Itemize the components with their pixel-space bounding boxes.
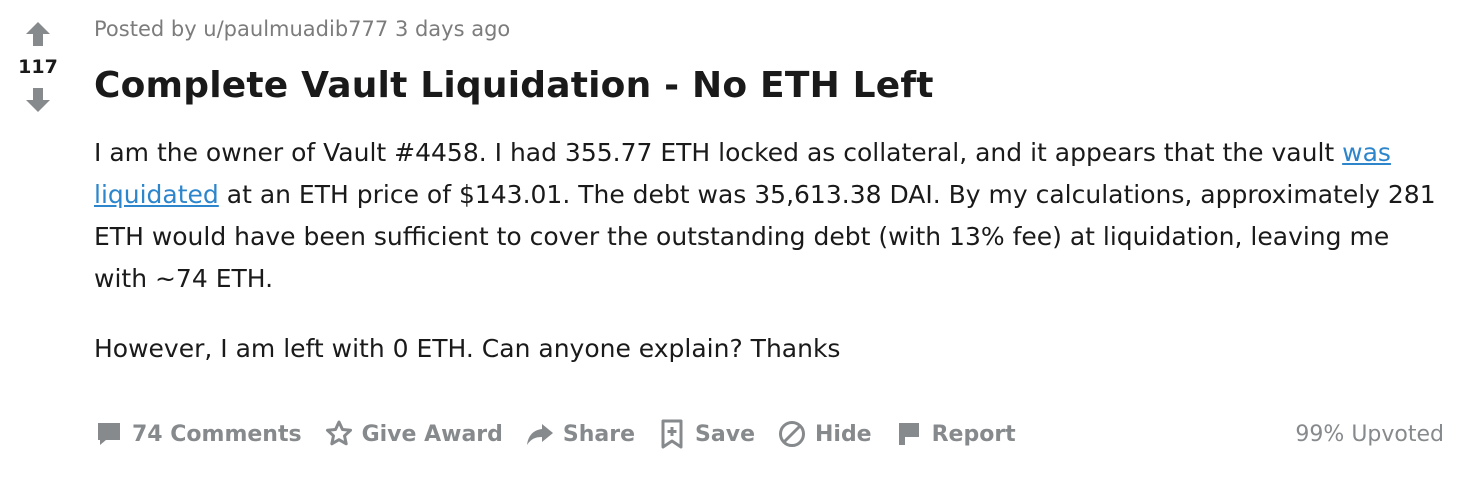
- report-button[interactable]: Report: [894, 419, 1016, 449]
- hide-button[interactable]: Hide: [777, 419, 872, 449]
- post-body: I am the owner of Vault #4458. I had 355…: [94, 132, 1450, 370]
- upvote-button[interactable]: [22, 18, 54, 50]
- post-card: 117 Posted by u/paulmuadib777 3 days ago…: [0, 0, 1476, 482]
- post-content: Posted by u/paulmuadib777 3 days ago Com…: [94, 14, 1450, 398]
- hide-circle-slash-icon: [777, 419, 807, 449]
- comments-button[interactable]: 74 Comments: [94, 419, 302, 449]
- arrow-down-icon: [26, 88, 50, 112]
- vote-score: 117: [18, 56, 58, 78]
- save-button[interactable]: Save: [657, 419, 755, 449]
- bookmark-plus-icon: [657, 419, 687, 449]
- body-text: I am the owner of Vault #4458. I had 355…: [94, 138, 1343, 167]
- body-paragraph: I am the owner of Vault #4458. I had 355…: [94, 132, 1450, 300]
- hide-label: Hide: [814, 421, 872, 447]
- downvote-button[interactable]: [22, 84, 54, 116]
- body-text: at an ETH price of $143.01. The debt was…: [94, 180, 1436, 293]
- post-time: 3 days ago: [394, 17, 511, 41]
- comment-bubble-icon: [94, 419, 124, 449]
- arrow-up-icon: [26, 22, 50, 46]
- action-bar: 74 Comments Give Award Share Save Hide R…: [94, 414, 1450, 454]
- meta-prefix: Posted by: [94, 17, 204, 41]
- report-label: Report: [931, 421, 1016, 447]
- give-award-button[interactable]: Give Award: [324, 419, 503, 449]
- comments-label: 74 Comments: [132, 421, 302, 447]
- post-meta: Posted by u/paulmuadib777 3 days ago: [94, 14, 1450, 44]
- flag-icon: [894, 419, 924, 449]
- upvote-ratio: 99% Upvoted: [1295, 421, 1444, 447]
- share-arrow-icon: [525, 419, 555, 449]
- share-button[interactable]: Share: [525, 419, 635, 449]
- award-star-icon: [324, 419, 354, 449]
- save-label: Save: [695, 421, 755, 447]
- share-label: Share: [562, 421, 636, 447]
- award-label: Give Award: [361, 421, 503, 447]
- post-title[interactable]: Complete Vault Liquidation - No ETH Left: [94, 64, 1450, 108]
- author-link[interactable]: u/paulmuadib777: [203, 17, 388, 41]
- vote-column: 117: [10, 18, 66, 116]
- body-paragraph: However, I am left with 0 ETH. Can anyon…: [94, 334, 841, 363]
